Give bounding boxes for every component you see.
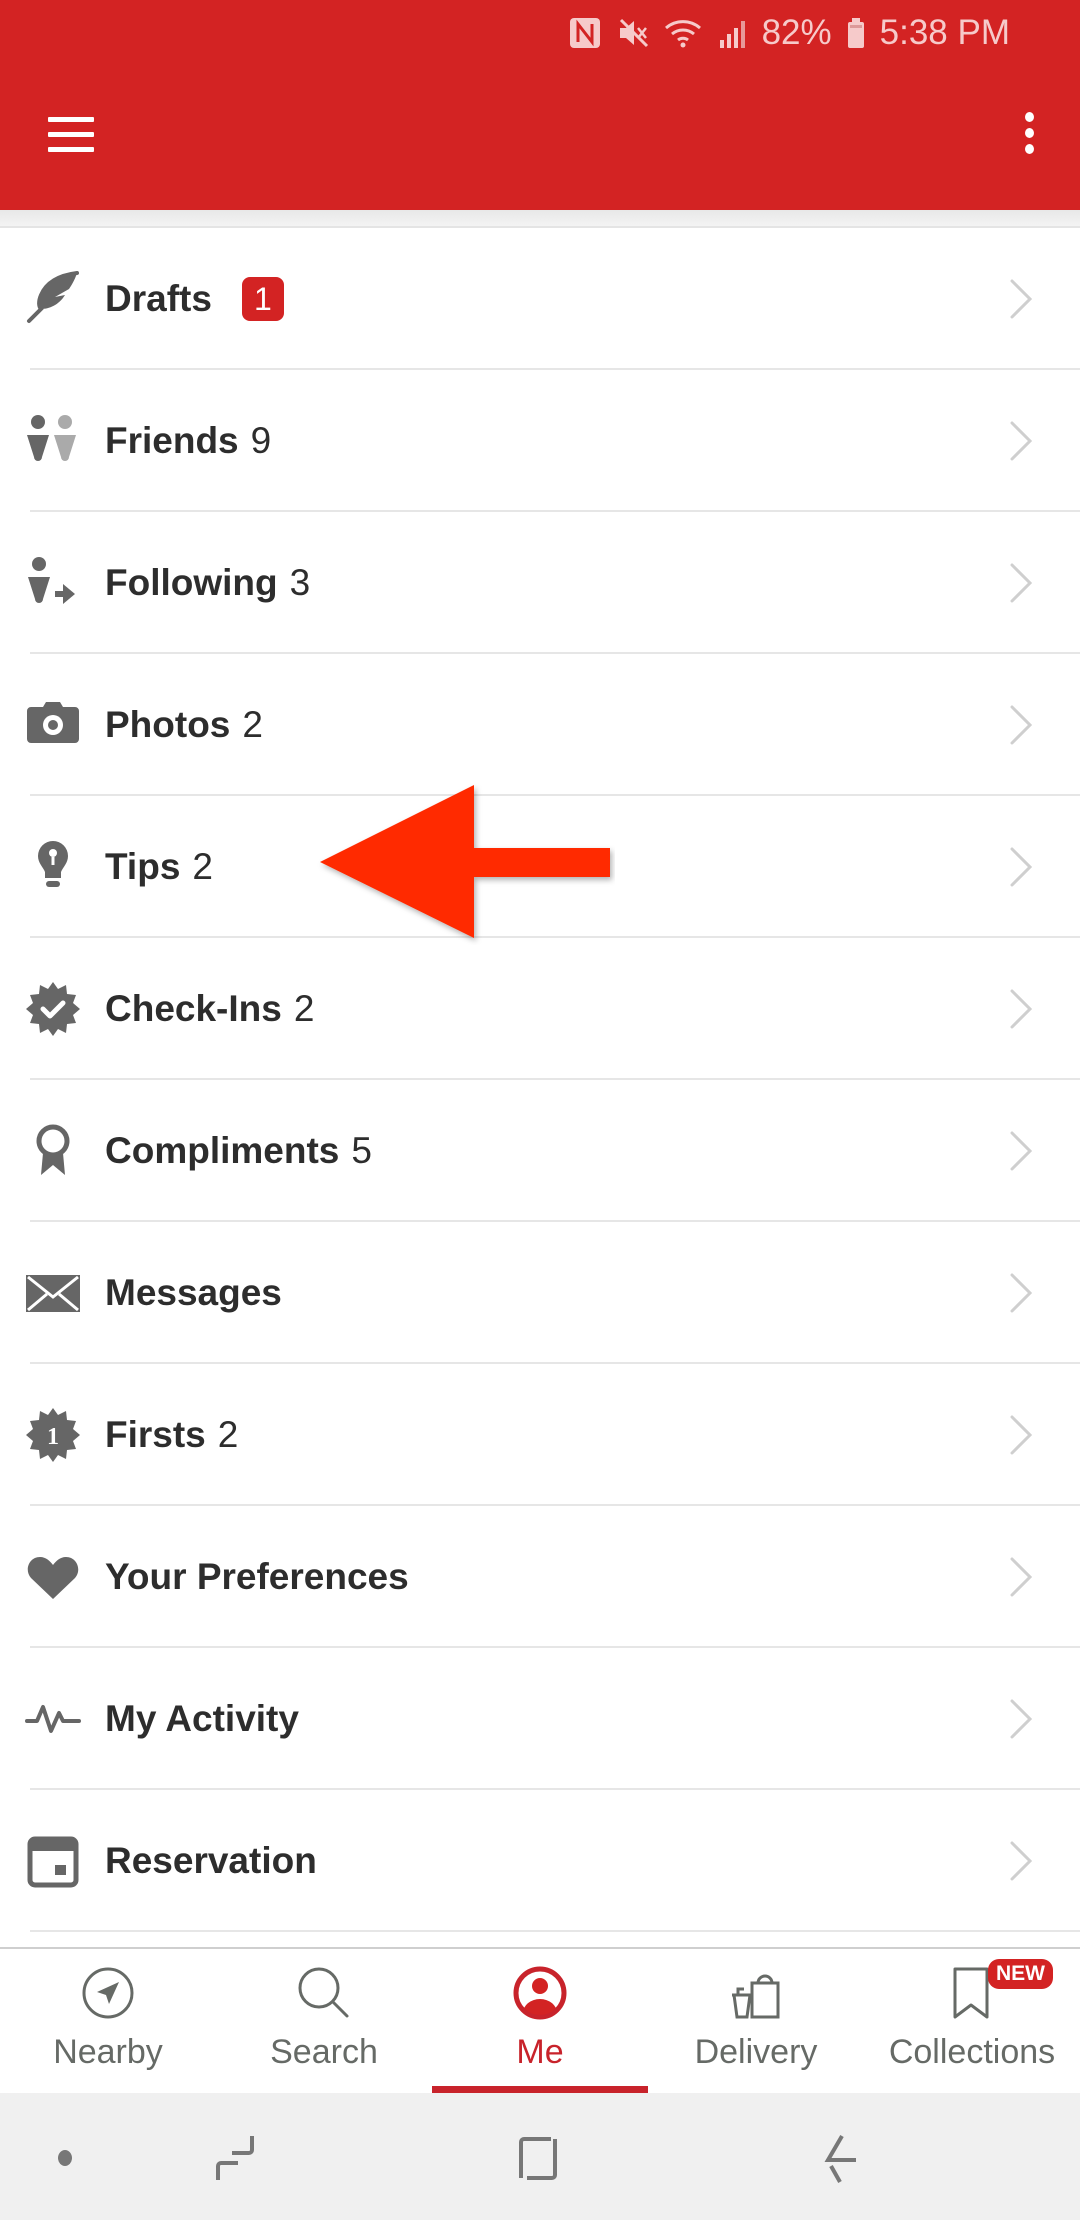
- home-icon[interactable]: [503, 2123, 573, 2193]
- item-count: 2: [242, 704, 263, 745]
- bottom-navigation: Nearby Search Me Delivery NEW Collection…: [0, 1947, 1080, 2093]
- more-options-icon[interactable]: [1016, 112, 1042, 162]
- item-label: Friends: [105, 420, 239, 461]
- chevron-right-icon: [998, 703, 1042, 747]
- firsts-badge-icon: 1: [24, 1406, 82, 1464]
- camera-icon: [24, 696, 82, 754]
- check-badge-icon: [24, 980, 82, 1038]
- chevron-right-icon: [998, 987, 1042, 1031]
- item-label: Photos: [105, 704, 231, 745]
- list-item-firsts[interactable]: 1 Firsts 2: [0, 1364, 1080, 1506]
- item-count: 5: [351, 1130, 372, 1171]
- item-label: Drafts: [105, 278, 212, 319]
- battery-percent: 82%: [761, 13, 832, 52]
- hamburger-menu-icon[interactable]: [46, 115, 98, 155]
- chevron-right-icon: [998, 419, 1042, 463]
- item-count: 2: [217, 1414, 239, 1455]
- signal-icon: [718, 16, 748, 50]
- following-icon: [24, 554, 82, 612]
- item-label: Compliments: [105, 1130, 340, 1171]
- tab-label: Delivery: [694, 2033, 818, 2071]
- tab-label: Nearby: [53, 2033, 163, 2071]
- chevron-right-icon: [998, 1129, 1042, 1173]
- user-profile-icon: [510, 1963, 570, 2023]
- activity-pulse-icon: [24, 1690, 82, 1748]
- chevron-right-icon: [998, 1555, 1042, 1599]
- item-label: Messages: [105, 1272, 282, 1313]
- list-item-photos[interactable]: Photos 2: [0, 654, 1080, 796]
- chevron-right-icon: [998, 845, 1042, 889]
- chevron-right-icon: [998, 1413, 1042, 1457]
- wifi-icon: [664, 16, 704, 50]
- chevron-right-icon: [998, 277, 1042, 321]
- battery-icon: [846, 16, 866, 50]
- feather-icon: [24, 270, 82, 328]
- recent-apps-icon[interactable]: [200, 2123, 270, 2193]
- lightbulb-icon: [24, 838, 82, 896]
- new-badge: NEW: [988, 1959, 1053, 1989]
- item-label: Tips: [105, 846, 181, 887]
- item-label: Following: [105, 562, 278, 603]
- item-label: My Activity: [105, 1698, 299, 1739]
- tab-nearby[interactable]: Nearby: [0, 1949, 216, 2093]
- mute-icon: [616, 16, 650, 50]
- dot-indicator-icon: [30, 2123, 100, 2193]
- tab-search[interactable]: Search: [216, 1949, 432, 2093]
- chevron-right-icon: [998, 1697, 1042, 1741]
- clock: 5:38 PM: [879, 13, 1010, 52]
- back-icon[interactable]: [806, 2123, 876, 2193]
- drafts-count-badge: 1: [241, 277, 284, 321]
- heart-icon: [24, 1548, 82, 1606]
- system-navigation-bar: [0, 2093, 1080, 2220]
- search-icon: [294, 1963, 354, 2023]
- list-item-tips[interactable]: Tips 2: [0, 796, 1080, 938]
- envelope-icon: [24, 1264, 82, 1322]
- navigation-arrow-icon: [78, 1963, 138, 2023]
- tab-label: Me: [516, 2033, 564, 2071]
- chevron-right-icon: [998, 1271, 1042, 1315]
- list-item-compliments[interactable]: Compliments 5: [0, 1080, 1080, 1222]
- calendar-icon: [24, 1832, 82, 1890]
- award-ribbon-icon: [24, 1122, 82, 1180]
- item-count: 2: [192, 846, 213, 887]
- tab-collections[interactable]: NEW Collections: [864, 1949, 1080, 2093]
- list-item-friends[interactable]: Friends 9: [0, 370, 1080, 512]
- tab-delivery[interactable]: Delivery: [648, 1949, 864, 2093]
- list-item-reservation[interactable]: Reservation: [0, 1790, 1080, 1932]
- item-label: Reservation: [105, 1840, 317, 1881]
- status-bar: 82% 5:38 PM: [568, 8, 1010, 58]
- chevron-right-icon: [998, 1839, 1042, 1883]
- friends-icon: [24, 412, 82, 470]
- list-item-your-preferences[interactable]: Your Preferences: [0, 1506, 1080, 1648]
- list-item-drafts[interactable]: Drafts 1: [0, 228, 1080, 370]
- item-label: Check-Ins: [105, 988, 282, 1029]
- tab-label: Collections: [888, 2033, 1056, 2071]
- item-label: Firsts: [105, 1414, 206, 1455]
- tab-me[interactable]: Me: [432, 1949, 648, 2093]
- app-bar-shadow: [0, 210, 1080, 228]
- item-label: Your Preferences: [105, 1556, 409, 1597]
- nfc-icon: [568, 16, 602, 50]
- tab-label: Search: [270, 2033, 378, 2071]
- list-item-messages[interactable]: Messages: [0, 1222, 1080, 1364]
- list-item-check-ins[interactable]: Check-Ins 2: [0, 938, 1080, 1080]
- svg-text:1: 1: [47, 1424, 59, 1450]
- item-count: 2: [293, 988, 315, 1029]
- delivery-bag-icon: [726, 1963, 786, 2023]
- profile-menu-list: Drafts 1 Friends 9 Following 3 Photos 2 …: [0, 228, 1080, 1932]
- item-count: 9: [250, 420, 272, 461]
- chevron-right-icon: [998, 561, 1042, 605]
- list-item-my-activity[interactable]: My Activity: [0, 1648, 1080, 1790]
- item-count: 3: [289, 562, 311, 603]
- list-item-following[interactable]: Following 3: [0, 512, 1080, 654]
- app-bar: 82% 5:38 PM: [0, 0, 1080, 210]
